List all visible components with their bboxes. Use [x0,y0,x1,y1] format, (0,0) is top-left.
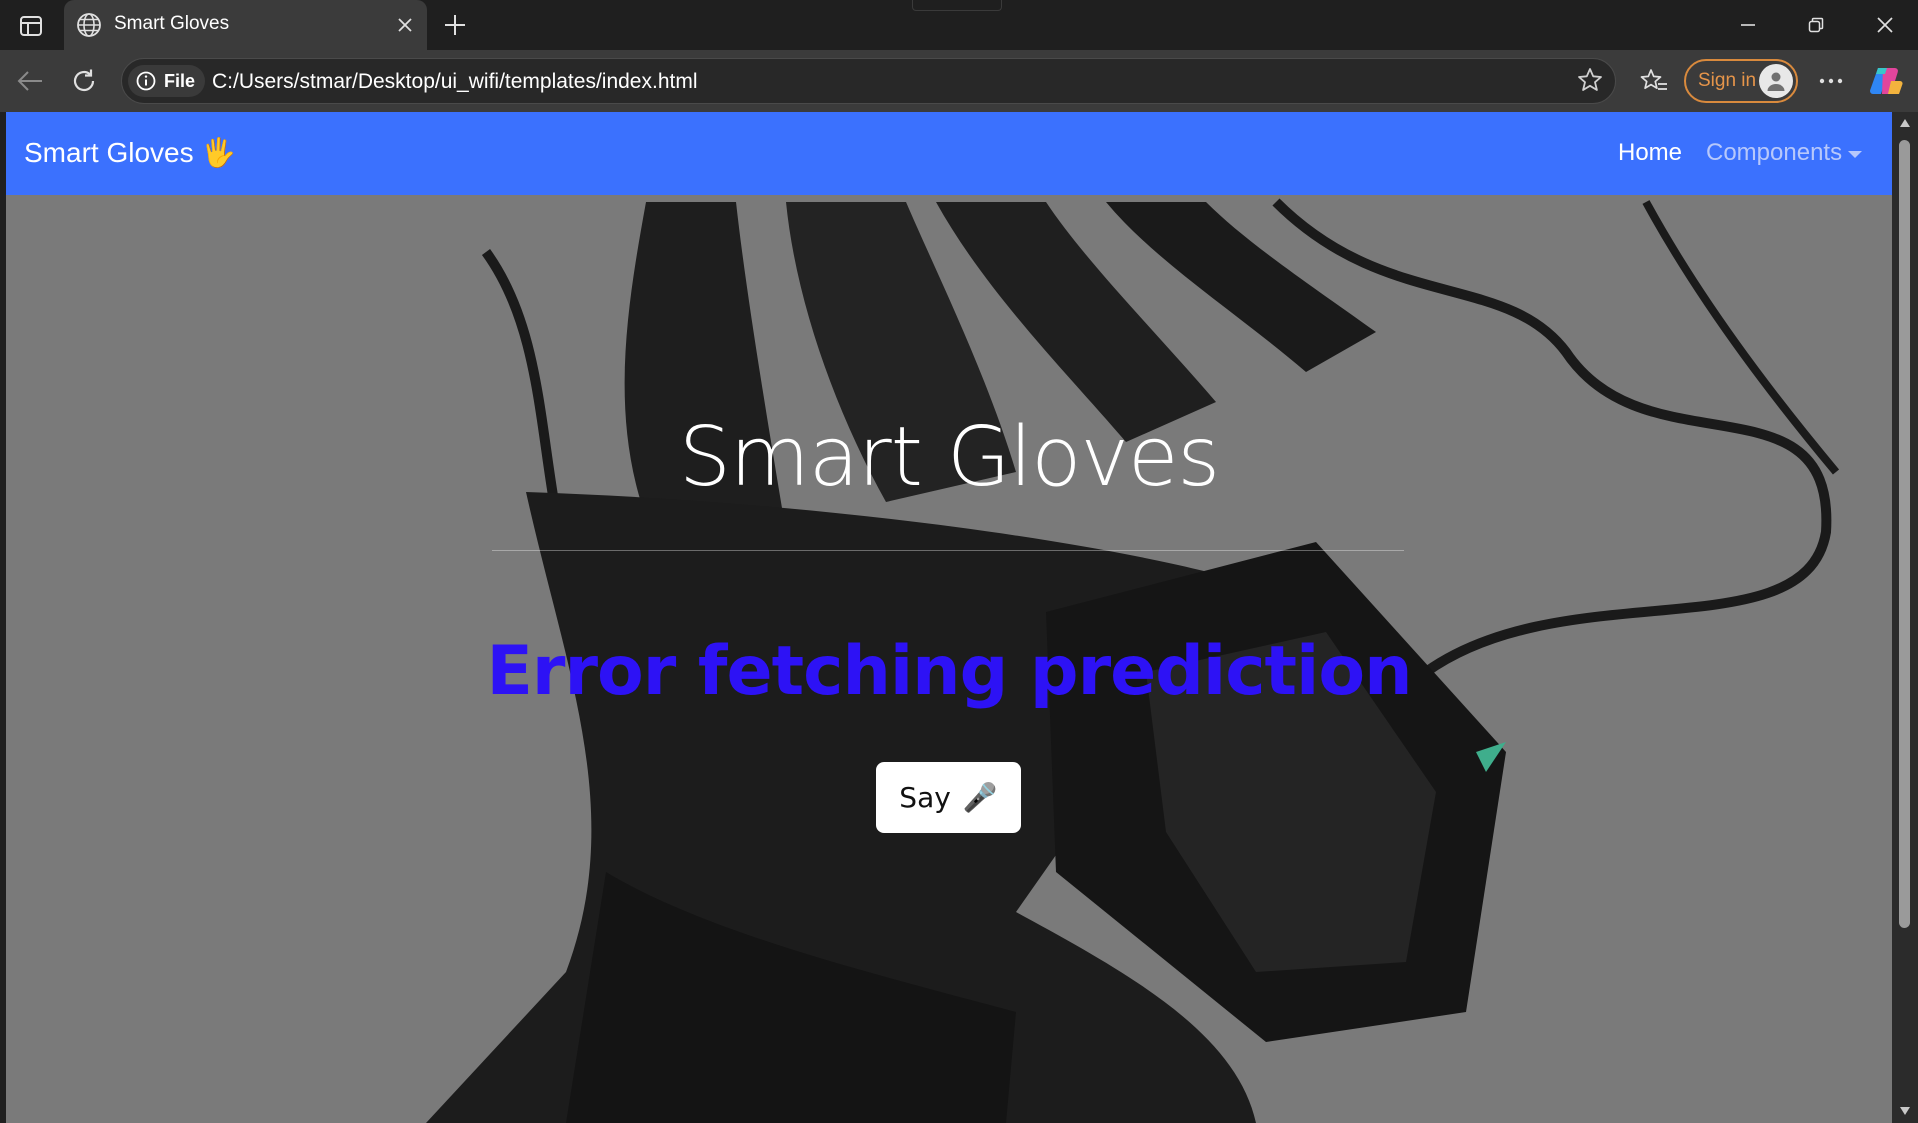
star-outline-icon [1578,68,1602,91]
microphone-icon: 🎤 [962,781,998,814]
tab-actions-button[interactable] [14,12,48,40]
site-navbar: Smart Gloves 🖐 Home Components [6,112,1892,195]
close-icon [398,18,412,32]
prediction-status: Error fetching prediction [486,632,1412,711]
window-drag-handle[interactable] [912,0,1002,11]
close-icon [1877,17,1893,33]
address-bar[interactable]: File C:/Users/stmar/Desktop/ui_wifi/temp… [121,58,1616,104]
more-options-button[interactable] [1811,61,1851,101]
file-scheme-label: File [164,70,196,91]
refresh-icon [73,69,95,92]
window-close-button[interactable] [1857,8,1913,42]
tab-close-button[interactable] [393,13,417,37]
favorites-button[interactable] [1634,61,1674,101]
url-text[interactable]: C:/Users/stmar/Desktop/ui_wifi/templates… [212,70,698,94]
minimize-button[interactable] [1720,8,1776,42]
restore-icon [1808,17,1824,33]
say-button-label: Say [899,781,951,814]
globe-icon [77,13,101,37]
favorite-button[interactable] [1577,67,1603,97]
brand-link[interactable]: Smart Gloves 🖐 [24,136,236,169]
glove-background-image [6,112,1892,1123]
copilot-button[interactable] [1866,61,1906,101]
scrollbar-thumb[interactable] [1899,140,1910,928]
say-button[interactable]: Say 🎤 [876,762,1021,833]
copilot-icon [1870,68,1903,94]
favorites-star-list-icon [1640,69,1667,90]
sidebar-layout-icon [20,16,42,36]
scroll-up-arrow-icon [1900,119,1910,127]
sign-in-label: Sign in [1698,70,1757,91]
nav-dropdown-label: Components [1706,139,1843,166]
nav-dropdown-components[interactable]: Components [1706,139,1863,167]
info-icon [136,71,156,91]
more-dots-icon [1819,78,1843,84]
restore-button[interactable] [1788,8,1844,42]
avatar [1759,64,1793,98]
nav-link-home[interactable]: Home [1618,139,1682,167]
caret-down-icon [1848,150,1863,158]
page-viewport: Smart Gloves 🖐 Home Components Smart Glo… [6,112,1892,1123]
scroll-down-arrow-icon [1900,1107,1910,1115]
refresh-button[interactable] [64,61,104,101]
minimize-icon [1741,24,1755,26]
tab-title: Smart Gloves [114,13,230,34]
site-info-button[interactable]: File [128,65,206,97]
browser-tab-strip: Smart Gloves [0,0,1918,51]
hero-divider [492,550,1404,551]
sign-in-button[interactable]: Sign in [1684,59,1798,103]
browser-toolbar: File C:/Users/stmar/Desktop/ui_wifi/temp… [0,50,1918,112]
new-tab-button[interactable] [438,9,472,41]
hero-title: Smart Gloves [678,410,1220,505]
plus-icon [445,15,465,35]
browser-tab-active[interactable]: Smart Gloves [64,0,427,51]
arrow-left-icon [17,71,42,91]
page-scrollbar[interactable] [1892,112,1918,1123]
back-button[interactable] [10,61,50,101]
person-icon [1767,72,1785,91]
